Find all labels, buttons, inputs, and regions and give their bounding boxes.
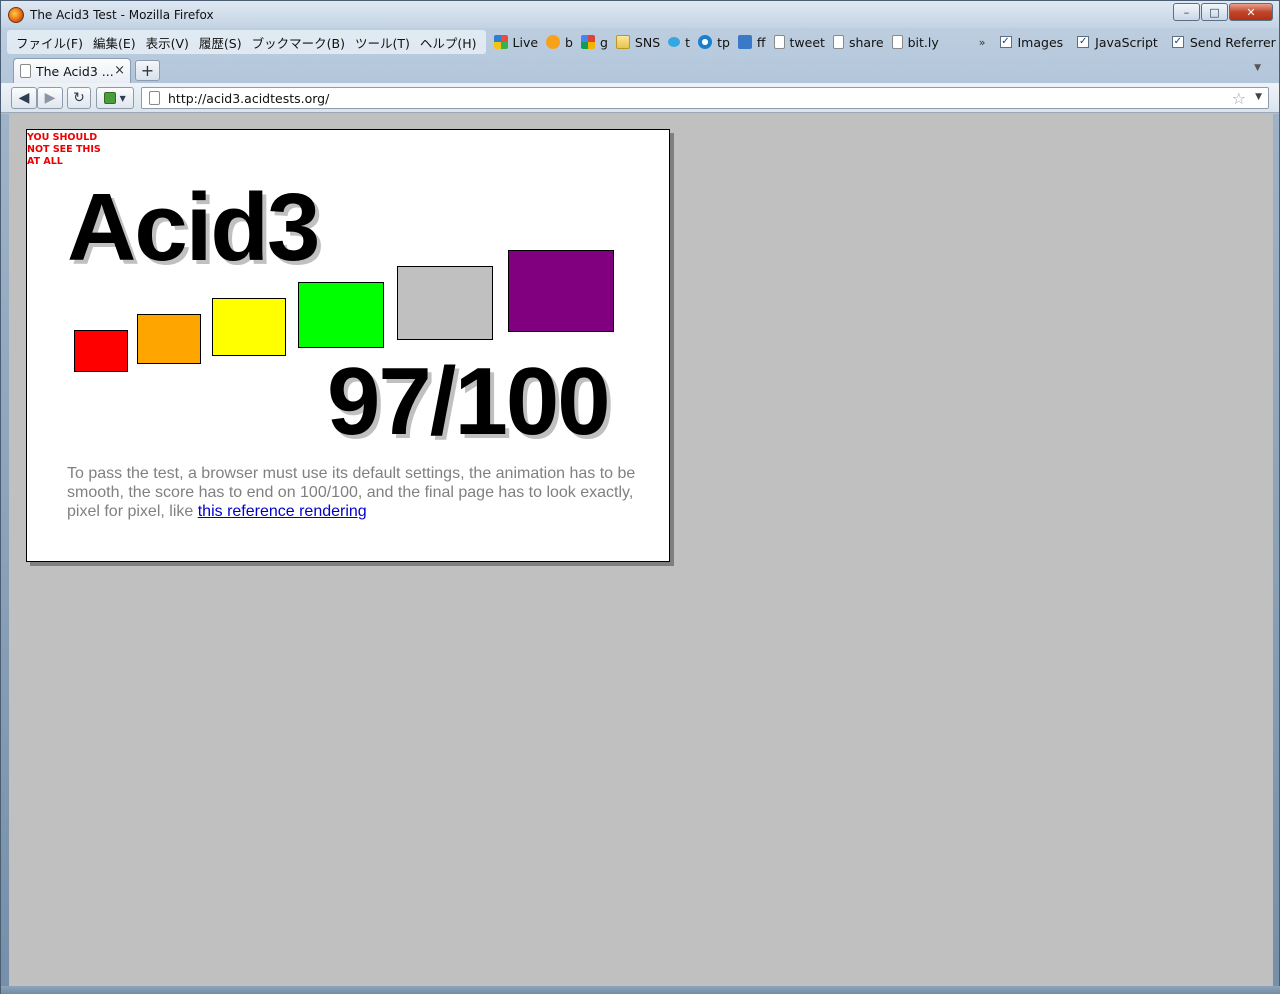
bookmark-t[interactable]: t (668, 35, 690, 50)
tab-label: The Acid3 ... (36, 63, 114, 79)
bookmark-b[interactable]: b (546, 35, 573, 50)
reload-button[interactable]: ↻ (67, 87, 91, 109)
tab-bar: The Acid3 ... × + ▼ (1, 57, 1279, 83)
toggle-javascript[interactable]: ✓ JavaScript (1077, 35, 1158, 50)
test-square-green (298, 282, 384, 348)
tab-close-icon[interactable]: × (114, 63, 125, 78)
bookmark-label: SNS (634, 34, 661, 50)
back-arrow-icon: ◀ (18, 90, 30, 106)
test-square-yellow (212, 298, 286, 356)
window-frame-left (1, 114, 9, 994)
windows-live-icon (493, 35, 508, 49)
page-icon (832, 35, 844, 49)
bookmark-label: ff (756, 34, 766, 50)
minimize-button[interactable]: – (1173, 3, 1200, 21)
toggle-send-referrer[interactable]: ✓ Send Referrer (1171, 34, 1276, 50)
page-icon (891, 35, 903, 49)
acid3-test-box: YOU SHOULD NOT SEE THIS AT ALL Acid3 97/… (26, 129, 670, 562)
acid3-heading: Acid3 (67, 174, 320, 281)
menu-bookmarks[interactable]: ブックマーク(B) (247, 33, 350, 52)
bookmark-label: b (565, 34, 573, 50)
firefox-icon (8, 6, 24, 23)
bookmark-label: tp (717, 34, 730, 50)
toggle-label: JavaScript (1095, 34, 1158, 50)
bookmark-sns[interactable]: SNS (615, 34, 661, 50)
page-icon (773, 35, 785, 49)
bookmark-star-icon[interactable]: ☆ (1232, 89, 1246, 108)
bookmark-label: t (685, 34, 691, 50)
site-page-icon (149, 91, 160, 105)
forward-arrow-icon: ▶ (44, 90, 56, 106)
browser-window: The Acid3 Test - Mozilla Firefox – □ ✕ フ… (0, 0, 1280, 994)
menu-file[interactable]: ファイル(F) (11, 33, 88, 52)
url-bar[interactable]: ☆ ▼ (141, 87, 1269, 109)
menu-edit[interactable]: 編集(E) (88, 33, 141, 52)
tab-acid3[interactable]: The Acid3 ... × (13, 58, 131, 83)
bookmark-share[interactable]: share (832, 34, 884, 50)
menu-bookmarks-bar: ファイル(F) 編集(E) 表示(V) 履歴(S) ブックマーク(B) ツール(… (1, 30, 1279, 54)
toggle-images[interactable]: ✓ Images (999, 34, 1064, 50)
new-tab-button[interactable]: + (135, 60, 160, 81)
menu-history[interactable]: 履歴(S) (194, 33, 247, 52)
toggle-label: Images (1017, 34, 1064, 50)
test-square-silver (397, 266, 493, 340)
bookmark-ff[interactable]: ff (737, 34, 766, 50)
bookmark-tweet[interactable]: tweet (773, 34, 825, 50)
page-viewport: YOU SHOULD NOT SEE THIS AT ALL Acid3 97/… (9, 114, 1273, 986)
bookmarks-overflow-chevron-icon[interactable]: » (979, 36, 986, 49)
bookmark-live[interactable]: Live (493, 34, 539, 50)
test-square-red (74, 330, 128, 372)
url-history-chevron-down-icon[interactable]: ▼ (1255, 92, 1262, 102)
test-square-orange (137, 314, 201, 364)
maximize-button[interactable]: □ (1201, 3, 1228, 21)
images-checkbox[interactable]: ✓ (999, 36, 1012, 48)
home-dropdown-chevron-down-icon[interactable]: ▼ (120, 94, 126, 103)
test-square-purple (508, 250, 614, 332)
close-window-button[interactable]: ✕ (1229, 3, 1273, 21)
menu-bar: ファイル(F) 編集(E) 表示(V) 履歴(S) ブックマーク(B) ツール(… (7, 30, 486, 54)
navigation-bar: ◀ ▶ ↻ ▼ ☆ ▼ (1, 83, 1279, 113)
bookmark-g[interactable]: g (580, 34, 608, 50)
error-warning-text: YOU SHOULD NOT SEE THIS AT ALL (27, 132, 101, 167)
bookmark-tp[interactable]: tp (698, 35, 730, 50)
twitter-icon (668, 37, 681, 47)
bookmark-label: tweet (789, 34, 825, 50)
bookmark-label: bit.ly (907, 34, 939, 50)
bookmark-label: share (848, 34, 884, 50)
test-description: To pass the test, a browser must use its… (67, 464, 637, 521)
menu-view[interactable]: 表示(V) (141, 33, 194, 52)
friendfeed-icon (737, 35, 752, 49)
forward-button[interactable]: ▶ (37, 87, 63, 109)
home-icon (104, 92, 117, 104)
acid3-score: 97/100 (327, 348, 611, 455)
reference-rendering-link[interactable]: this reference rendering (198, 503, 367, 520)
tab-list-chevron-down-icon[interactable]: ▼ (1254, 63, 1261, 73)
send-referrer-checkbox[interactable]: ✓ (1171, 36, 1184, 48)
bookmark-bitly[interactable]: bit.ly (891, 34, 939, 50)
menu-help[interactable]: ヘルプ(H) (415, 33, 482, 52)
bookmark-label: Live (512, 34, 539, 50)
menu-tools[interactable]: ツール(T) (350, 33, 415, 52)
bookmark-label: g (599, 34, 608, 50)
window-controls: – □ ✕ (1173, 3, 1273, 21)
hatena-icon (546, 35, 561, 49)
reload-icon: ↻ (73, 90, 85, 106)
javascript-checkbox[interactable]: ✓ (1077, 36, 1090, 48)
tp-icon (698, 35, 713, 49)
google-icon (580, 35, 595, 49)
title-bar: The Acid3 Test - Mozilla Firefox – □ ✕ (1, 1, 1279, 28)
folder-icon (615, 35, 630, 49)
window-title: The Acid3 Test - Mozilla Firefox (30, 7, 214, 22)
home-button[interactable]: ▼ (96, 87, 134, 109)
page-icon (20, 64, 31, 78)
toggle-label: Send Referrer (1189, 34, 1276, 50)
url-input[interactable] (168, 90, 1218, 106)
window-frame-bottom (1, 986, 1280, 994)
back-button[interactable]: ◀ (11, 87, 37, 109)
